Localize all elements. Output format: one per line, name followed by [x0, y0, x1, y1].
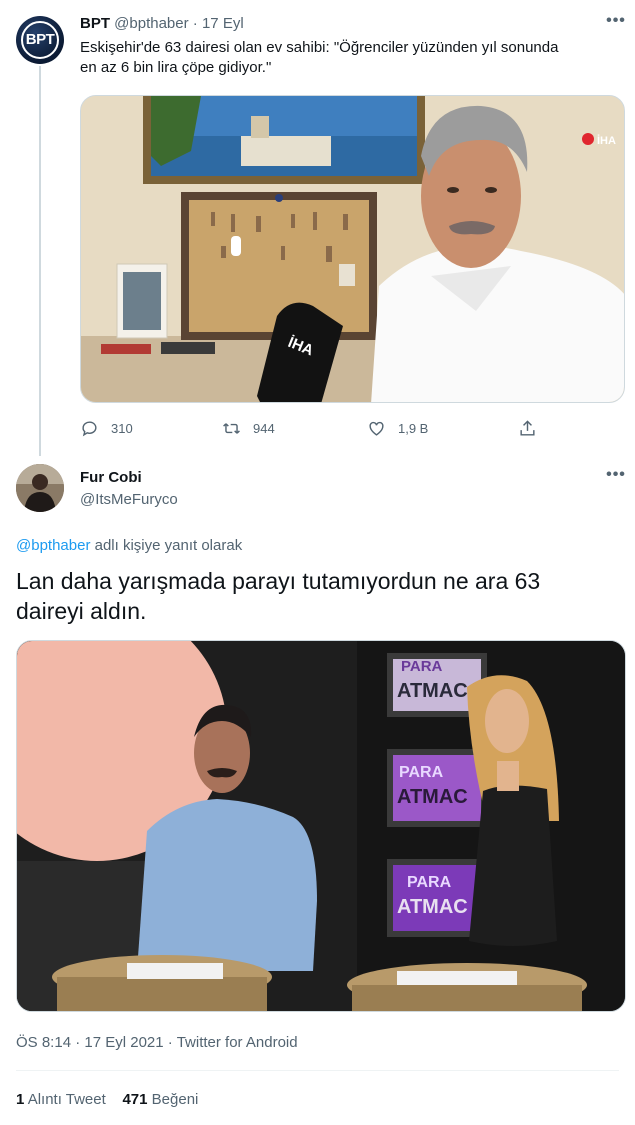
header-separator: · — [192, 15, 198, 32]
meta-separator: · — [167, 1034, 173, 1051]
retweet-button[interactable]: 944 — [222, 417, 275, 439]
avatar-logo-text: BPT — [21, 21, 59, 59]
screen-bot-line2: ATMAC — [397, 896, 468, 918]
tweet-text-line: daireyi aldın. — [16, 598, 147, 624]
tweet-time[interactable]: ÖS 8:14 — [16, 1034, 71, 1051]
more-horizontal-icon: ••• — [606, 466, 626, 483]
author-name[interactable]: BPT — [80, 15, 110, 32]
divider — [16, 1070, 619, 1071]
tweet-text: Lan daha yarışmada parayı tutamıyordun n… — [16, 566, 616, 626]
tweet-metadata: ÖS 8:14 · 17 Eyl 2021 · Twitter for Andr… — [16, 1033, 298, 1053]
avatar[interactable] — [16, 464, 64, 512]
likes-stat[interactable]: 471 Beğeni — [122, 1091, 198, 1108]
tweet-date[interactable]: 17 Eyl — [202, 15, 244, 32]
tweet-stats: 1 Alıntı Tweet 471 Beğeni — [16, 1090, 198, 1110]
reply-mention-link[interactable]: @bpthaber — [16, 537, 90, 554]
tweet-date[interactable]: 17 Eyl 2021 — [84, 1034, 163, 1051]
reply-suffix: adlı kişiye yanıt olarak — [94, 537, 243, 554]
likes-count: 471 — [122, 1091, 148, 1108]
retweet-count: 944 — [253, 420, 275, 436]
tweet-text: Eskişehir'de 63 dairesi olan ev sahibi: … — [80, 38, 620, 78]
avatar[interactable]: BPT — [16, 16, 64, 64]
reply-button[interactable]: 310 — [80, 417, 133, 439]
heart-icon — [369, 421, 384, 436]
quote-tweets-stat[interactable]: 1 Alıntı Tweet — [16, 1091, 106, 1108]
tweet-header: BPT @bpthaber · 17 Eyl — [80, 14, 244, 34]
like-button[interactable]: 1,9 B — [367, 417, 428, 439]
tweet-action-bar: 310 944 1,9 B — [80, 417, 550, 439]
more-options-button[interactable]: ••• — [604, 13, 628, 36]
tweet-photo[interactable]: PARA ATMACA PARA ATMAC PARA ATMAC — [16, 640, 626, 1012]
reply-count: 310 — [111, 420, 133, 436]
avatar-photo — [16, 464, 64, 512]
tweet-text-line: Eskişehir'de 63 dairesi olan ev sahibi: … — [80, 39, 559, 56]
retweet-icon — [223, 422, 240, 434]
tweet-source[interactable]: Twitter for Android — [177, 1034, 298, 1051]
screen-mid-line2: ATMAC — [397, 786, 468, 808]
share-icon — [520, 419, 535, 436]
screen-top-line1: PARA — [401, 658, 443, 675]
meta-separator: · — [75, 1034, 81, 1051]
replying-to: @bpthaber adlı kişiye yanıt olarak — [16, 536, 242, 556]
author-handle[interactable]: @bpthaber — [114, 15, 188, 32]
author-name[interactable]: Fur Cobi — [80, 468, 142, 488]
parent-tweet[interactable]: BPT BPT @bpthaber · 17 Eyl ••• Eskişehir… — [0, 0, 635, 456]
more-horizontal-icon: ••• — [606, 12, 626, 29]
tweet-text-line: en az 6 bin lira çöpe gidiyor." — [80, 59, 272, 76]
photo-interview-scene: İHA İHA — [81, 96, 624, 402]
quote-count: 1 — [16, 1091, 25, 1108]
screen-bot-line1: PARA — [407, 874, 452, 891]
screen-mid-line1: PARA — [399, 764, 444, 781]
share-button[interactable] — [518, 417, 537, 439]
photo-game-show-scene: PARA ATMACA PARA ATMAC PARA ATMAC — [17, 641, 625, 1011]
tweet-photo[interactable]: İHA İHA — [80, 95, 625, 403]
quote-label: Alıntı Tweet — [27, 1091, 106, 1108]
like-count: 1,9 B — [398, 420, 429, 436]
thread-connector-line — [39, 66, 41, 456]
tweet-text-line: Lan daha yarışmada parayı tutamıyordun n… — [16, 568, 541, 594]
likes-label: Beğeni — [151, 1091, 199, 1108]
author-handle[interactable]: @ItsMeFuryco — [80, 490, 178, 510]
more-options-button[interactable]: ••• — [604, 467, 628, 490]
reply-bubble-icon — [82, 420, 97, 436]
video-watermark: İHA — [597, 134, 616, 147]
